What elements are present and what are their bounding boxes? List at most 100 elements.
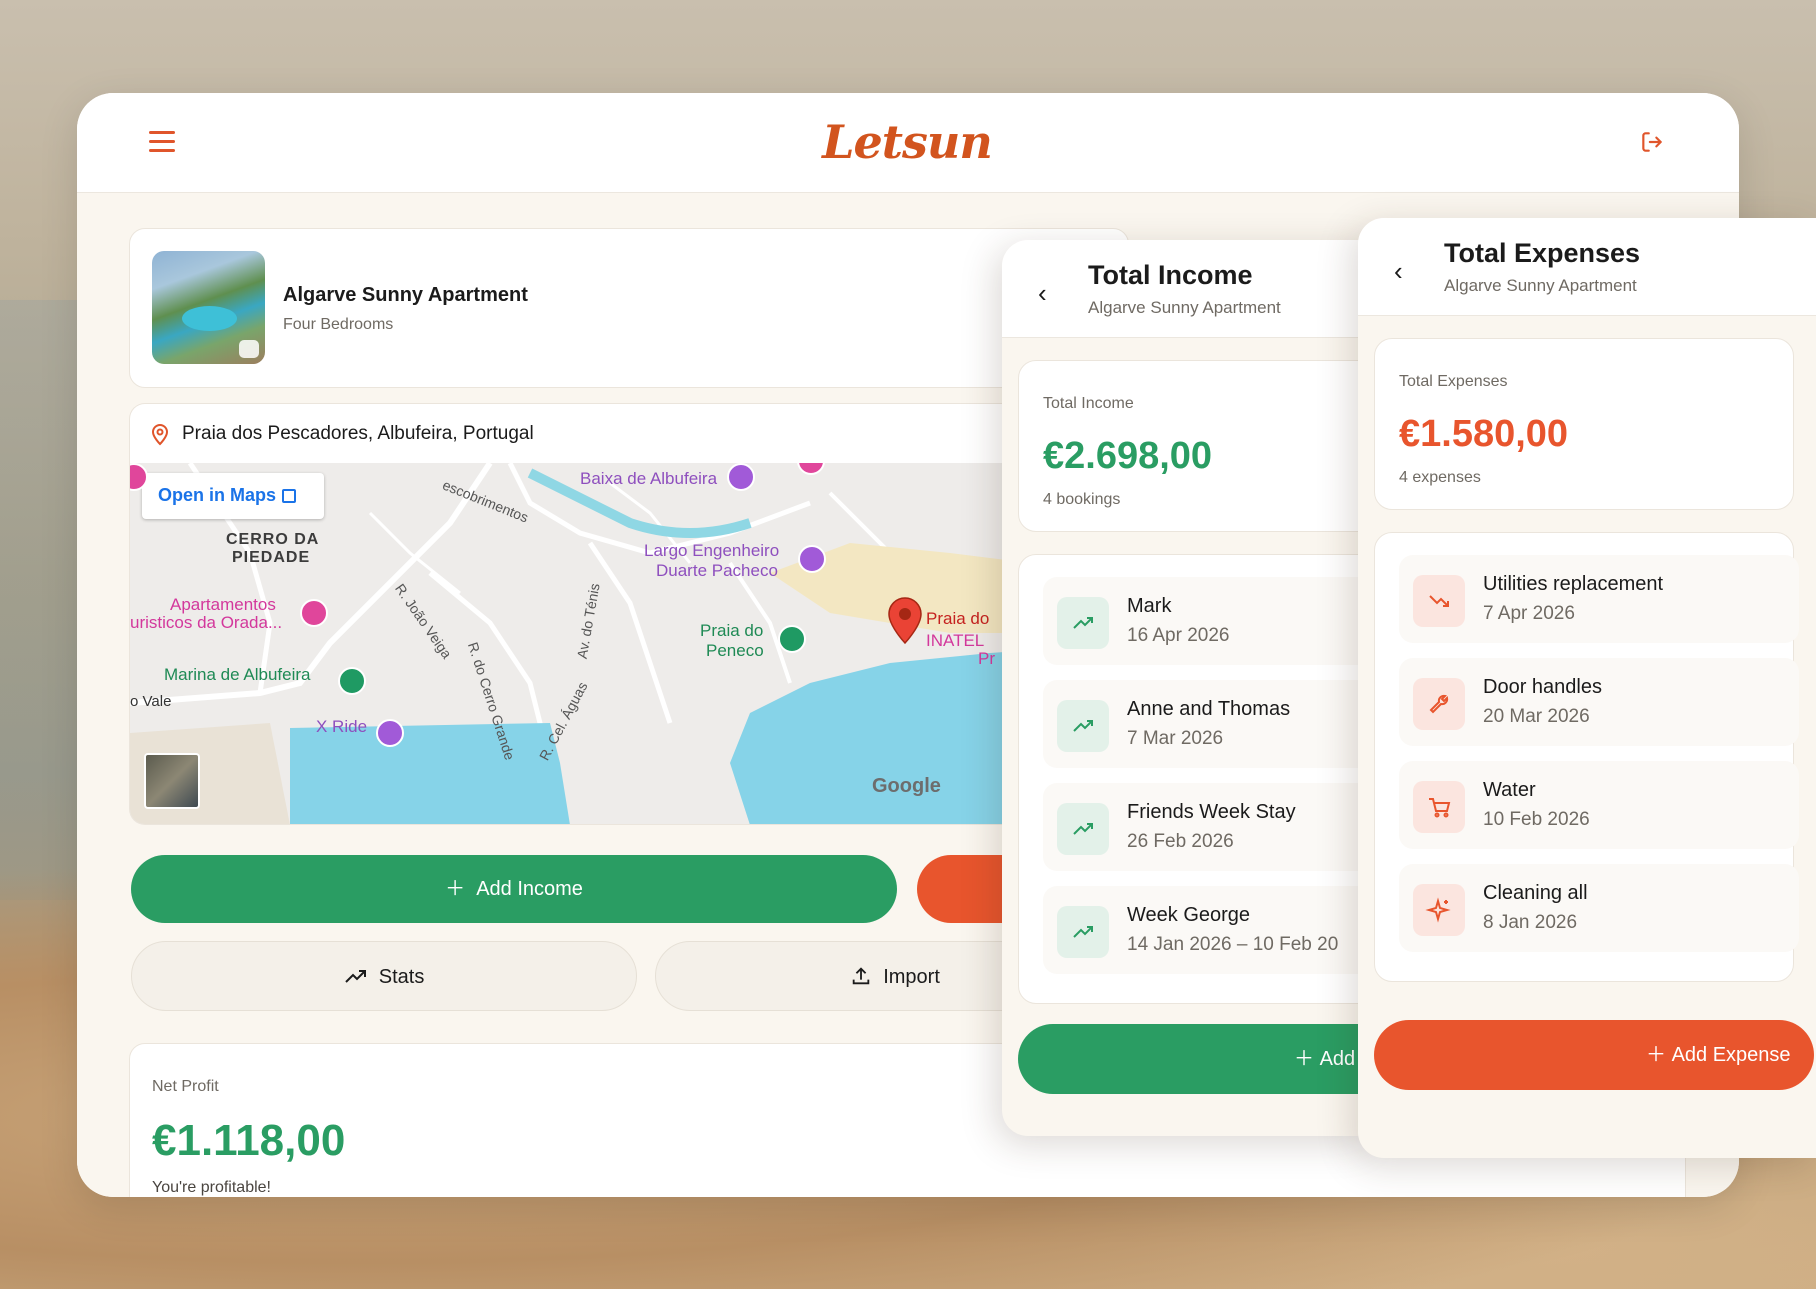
cart-icon	[1413, 781, 1465, 833]
camera-poi-icon[interactable]	[727, 463, 755, 491]
expenses-panel-header: ‹ Total Expenses Algarve Sunny Apartment	[1358, 218, 1816, 316]
expenses-summary-label: Total Expenses	[1399, 373, 1508, 390]
expense-list-item[interactable]: Water 10 Feb 2026	[1399, 761, 1799, 849]
map-label-apartamentos: Apartamentos	[170, 595, 276, 614]
income-list-item[interactable]: Week George 14 Jan 2026 – 10 Feb 20	[1043, 886, 1372, 974]
map-label-peneco: Praia do	[700, 621, 764, 640]
monument-poi-icon[interactable]	[798, 545, 826, 573]
beach-poi-icon[interactable]	[778, 625, 806, 653]
top-bar: Letsun	[77, 93, 1739, 193]
property-photo[interactable]	[152, 251, 265, 364]
income-panel-subtitle: Algarve Sunny Apartment	[1088, 298, 1281, 317]
map-pin-icon	[150, 422, 170, 451]
map-view[interactable]: Open in Maps escobrimentos Baixa de Albu…	[129, 463, 1129, 825]
expense-item-title: Water	[1483, 779, 1536, 801]
map-label-largo: Largo Engenheiro	[644, 541, 780, 560]
income-panel-header: ‹ Total Income Algarve Sunny Apartment	[1002, 240, 1372, 338]
panel-add-income-button[interactable]: ＋ Add	[1018, 1024, 1372, 1094]
menu-icon[interactable]	[149, 131, 175, 153]
map-label-largo: Duarte Pacheco	[656, 561, 778, 580]
camera-icon[interactable]	[239, 340, 259, 358]
expense-list-item[interactable]: Cleaning all 8 Jan 2026	[1399, 864, 1799, 952]
income-list-item[interactable]: Mark 16 Apr 2026	[1043, 577, 1372, 665]
location-bar: Praia dos Pescadores, Albufeira, Portuga…	[129, 403, 1129, 463]
stats-button[interactable]: Stats	[131, 941, 637, 1011]
map-label-baixa: Baixa de Albufeira	[580, 469, 718, 488]
map-label-apartamentos: uristicos da Orada...	[130, 613, 283, 632]
property-subtitle: Four Bedrooms	[283, 316, 394, 333]
open-in-maps-link[interactable]: Open in Maps	[142, 473, 324, 519]
trending-up-icon	[1057, 803, 1109, 855]
plus-icon: ＋	[445, 878, 466, 900]
net-profit-value: €1.118,00	[152, 1116, 346, 1165]
trending-up-icon	[344, 970, 366, 983]
net-profit-note: You're profitable!	[152, 1179, 271, 1196]
expense-item-date: 8 Jan 2026	[1483, 912, 1578, 933]
income-panel-title: Total Income	[1088, 260, 1253, 290]
map-label-praia: Praia do	[926, 609, 990, 628]
income-item-title: Anne and Thomas	[1127, 698, 1291, 720]
expenses-panel-title: Total Expenses	[1444, 238, 1641, 268]
income-item-title: Friends Week Stay	[1127, 801, 1296, 823]
google-logo: Google	[872, 775, 941, 797]
expense-item-title: Cleaning all	[1483, 882, 1588, 904]
panel-add-expense-button[interactable]: ＋ Add Expense	[1374, 1020, 1814, 1090]
app-logo: Letsun	[822, 115, 993, 169]
trending-down-icon	[1413, 575, 1465, 627]
income-list-item[interactable]: Anne and Thomas 7 Mar 2026	[1043, 680, 1372, 768]
income-item-date: 16 Apr 2026	[1127, 625, 1230, 646]
income-list: Mark 16 Apr 2026 Anne and Thomas 7 Mar 2…	[1018, 554, 1372, 1004]
external-link-icon	[282, 489, 297, 503]
income-panel: ‹ Total Income Algarve Sunny Apartment T…	[1002, 240, 1372, 1136]
trending-up-icon	[1057, 597, 1109, 649]
income-list-item[interactable]: Friends Week Stay 26 Feb 2026	[1043, 783, 1372, 871]
property-card[interactable]: Algarve Sunny Apartment Four Bedrooms	[129, 228, 1129, 388]
logout-icon[interactable]	[1639, 129, 1665, 155]
map-label-inatel: INATEL	[926, 631, 985, 650]
hotel-poi-icon[interactable]	[300, 599, 328, 627]
plus-icon: ＋	[1646, 1044, 1666, 1066]
back-chevron-icon[interactable]: ‹	[1038, 278, 1047, 309]
map-label-vale: o Vale	[130, 693, 172, 710]
upload-icon	[852, 967, 870, 985]
map-label-cerro: CERRO DA	[226, 531, 320, 548]
expenses-panel-subtitle: Algarve Sunny Apartment	[1444, 276, 1637, 295]
map-label-peneco: Peneco	[706, 641, 764, 660]
sparkle-icon	[1413, 884, 1465, 936]
wrench-icon	[1413, 678, 1465, 730]
expense-list-item[interactable]: Door handles 20 Mar 2026	[1399, 658, 1799, 746]
map-label-marina: Marina de Albufeira	[164, 665, 311, 684]
income-item-date: 26 Feb 2026	[1127, 831, 1234, 852]
expense-item-title: Door handles	[1483, 676, 1602, 698]
expense-item-title: Utilities replacement	[1483, 573, 1664, 595]
map-label-xride: X Ride	[316, 717, 368, 736]
trending-up-icon	[1057, 700, 1109, 752]
stats-label: Stats	[378, 966, 425, 988]
expense-item-date: 20 Mar 2026	[1483, 706, 1590, 727]
map-label-pr: Pr	[978, 649, 995, 668]
camera-poi-icon[interactable]	[376, 719, 404, 747]
back-chevron-icon[interactable]: ‹	[1394, 256, 1403, 287]
income-item-date: 14 Jan 2026 – 10 Feb 20	[1127, 934, 1339, 955]
add-income-button[interactable]: ＋ Add Income	[131, 855, 897, 923]
panel-add-income-label: Add	[1319, 1048, 1356, 1070]
expense-item-date: 7 Apr 2026	[1483, 603, 1575, 624]
income-item-title: Mark	[1127, 595, 1172, 617]
trending-up-icon	[1057, 906, 1109, 958]
location-text: Praia dos Pescadores, Albufeira, Portuga…	[182, 423, 534, 444]
expenses-panel: ‹ Total Expenses Algarve Sunny Apartment…	[1358, 218, 1816, 1158]
satellite-layer-toggle[interactable]	[144, 753, 200, 809]
income-summary-label: Total Income	[1043, 395, 1134, 412]
net-profit-label: Net Profit	[152, 1078, 219, 1095]
income-summary-card: Total Income €2.698,00 4 bookings	[1018, 360, 1372, 532]
income-item-date: 7 Mar 2026	[1127, 728, 1224, 749]
expenses-summary-count: 4 expenses	[1399, 469, 1481, 486]
marina-poi-icon[interactable]	[338, 667, 366, 695]
income-summary-count: 4 bookings	[1043, 491, 1121, 508]
panel-add-expense-label: Add Expense	[1671, 1044, 1791, 1066]
expenses-list: Utilities replacement 7 Apr 2026 Door ha…	[1374, 532, 1799, 982]
map-label-piedade: PIEDADE	[232, 549, 311, 566]
income-item-title: Week George	[1127, 904, 1251, 926]
expense-list-item[interactable]: Utilities replacement 7 Apr 2026	[1399, 555, 1799, 643]
add-income-label: Add Income	[476, 878, 583, 900]
